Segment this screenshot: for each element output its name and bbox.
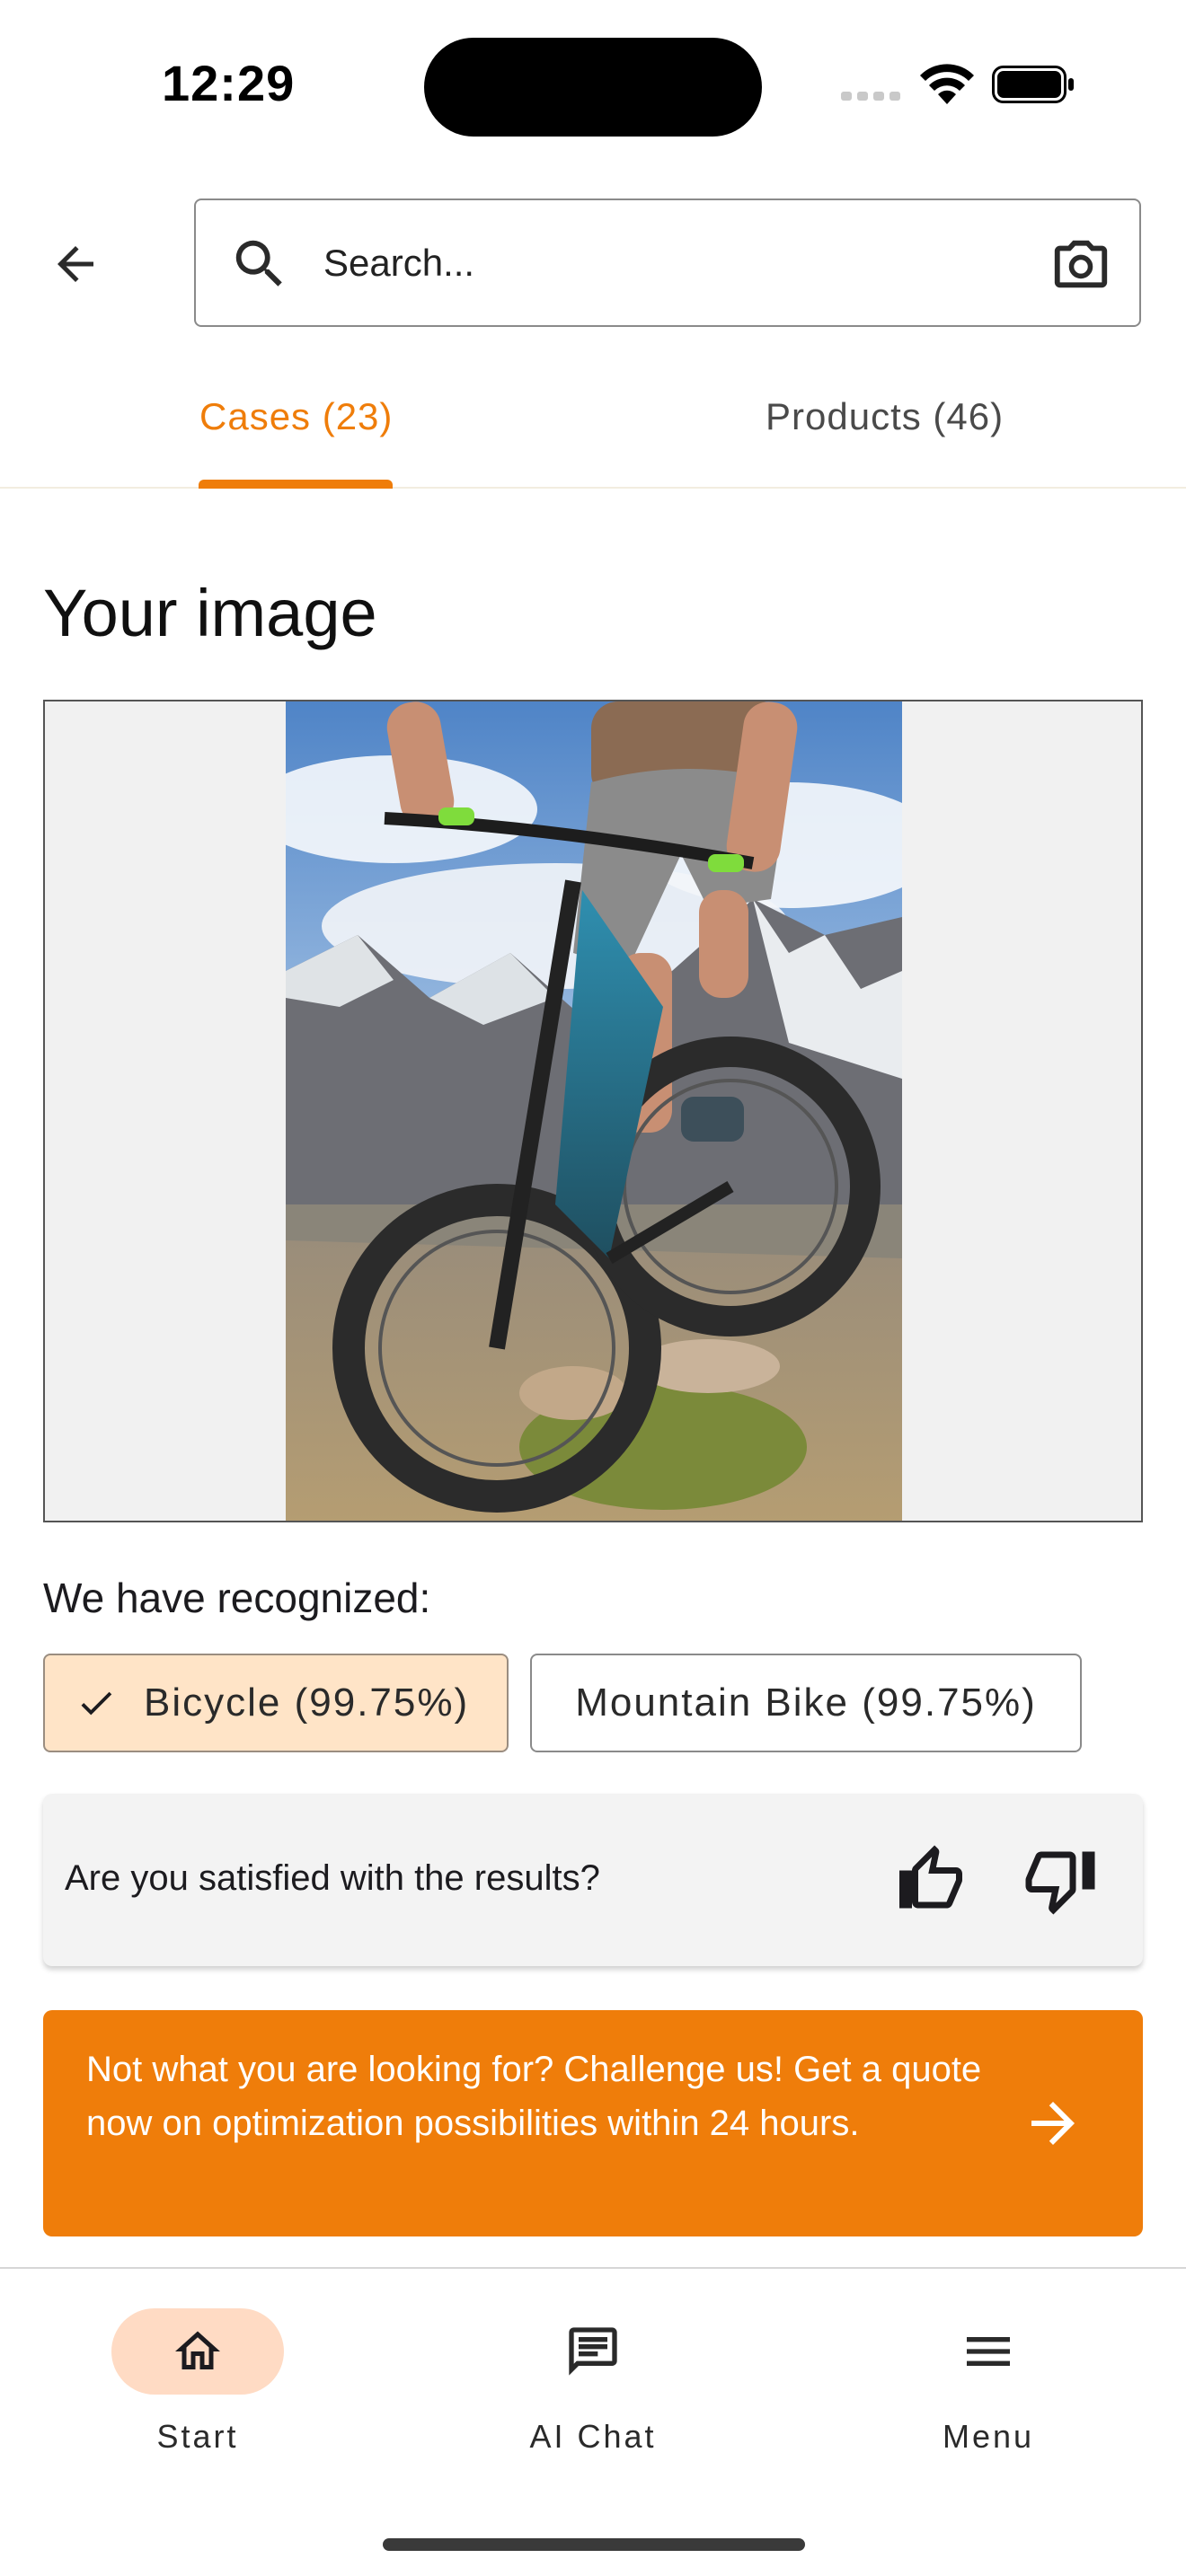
search-icon <box>235 240 282 287</box>
arrow-left-icon <box>58 246 93 282</box>
home-icon <box>175 2331 220 2369</box>
uploaded-image-frame <box>43 700 1143 1522</box>
thumbs-down-icon[interactable] <box>1022 1842 1098 1918</box>
search-input[interactable] <box>323 227 952 299</box>
nav-label-start: Start <box>156 2418 239 2455</box>
nav-item-menu[interactable]: Menu <box>881 2308 1096 2455</box>
active-tab-indicator <box>199 480 393 489</box>
dynamic-island <box>424 38 762 137</box>
home-indicator[interactable] <box>383 2538 805 2551</box>
nav-label-menu: Menu <box>942 2418 1035 2455</box>
page-title: Your image <box>43 576 377 650</box>
chip-mountain-bike[interactable]: Mountain Bike (99.75%) <box>530 1654 1082 1752</box>
cellular-signal-icon <box>841 92 900 101</box>
recognized-label: We have recognized: <box>43 1575 431 1621</box>
camera-icon[interactable] <box>1049 233 1112 296</box>
menu-icon <box>967 2337 1010 2366</box>
check-icon <box>81 1691 112 1716</box>
status-bar: 12:29 <box>0 0 1186 171</box>
nav-icon-wrapper-menu <box>902 2308 1075 2395</box>
chat-icon <box>569 2327 617 2376</box>
feedback-question: Are you satisfied with the results? <box>65 1858 600 1898</box>
nav-icon-wrapper-chat <box>507 2308 679 2395</box>
tab-cases[interactable]: Cases (23) <box>199 395 393 438</box>
chip-bicycle-label: Bicycle (99.75%) <box>144 1681 470 1725</box>
chip-bicycle[interactable]: Bicycle (99.75%) <box>43 1654 509 1752</box>
results-tabs: Cases (23) Products (46) <box>0 368 1186 489</box>
nav-active-indicator <box>111 2308 284 2395</box>
bottom-navigation: Start AI Chat Menu <box>0 2267 1186 2576</box>
wifi-icon <box>920 64 974 104</box>
uploaded-photo-mountain-bike <box>286 701 902 1521</box>
nav-item-ai-chat[interactable]: AI Chat <box>485 2308 701 2455</box>
feedback-card: Are you satisfied with the results? <box>43 1794 1143 1966</box>
arrow-right-icon <box>1031 2102 1075 2145</box>
chip-mountain-bike-label: Mountain Bike (99.75%) <box>575 1681 1037 1725</box>
nav-label-ai-chat: AI Chat <box>529 2418 657 2455</box>
quote-cta-banner[interactable]: Not what you are looking for? Challenge … <box>43 2010 1143 2236</box>
status-time: 12:29 <box>162 55 296 111</box>
back-button[interactable] <box>40 228 111 300</box>
cta-text: Not what you are looking for? Challenge … <box>86 2050 982 2143</box>
thumbs-up-icon[interactable] <box>893 1842 969 1918</box>
nav-item-start[interactable]: Start <box>90 2308 305 2455</box>
search-bar[interactable] <box>194 198 1141 327</box>
tab-products[interactable]: Products (46) <box>766 395 1004 438</box>
battery-icon <box>992 66 1074 103</box>
